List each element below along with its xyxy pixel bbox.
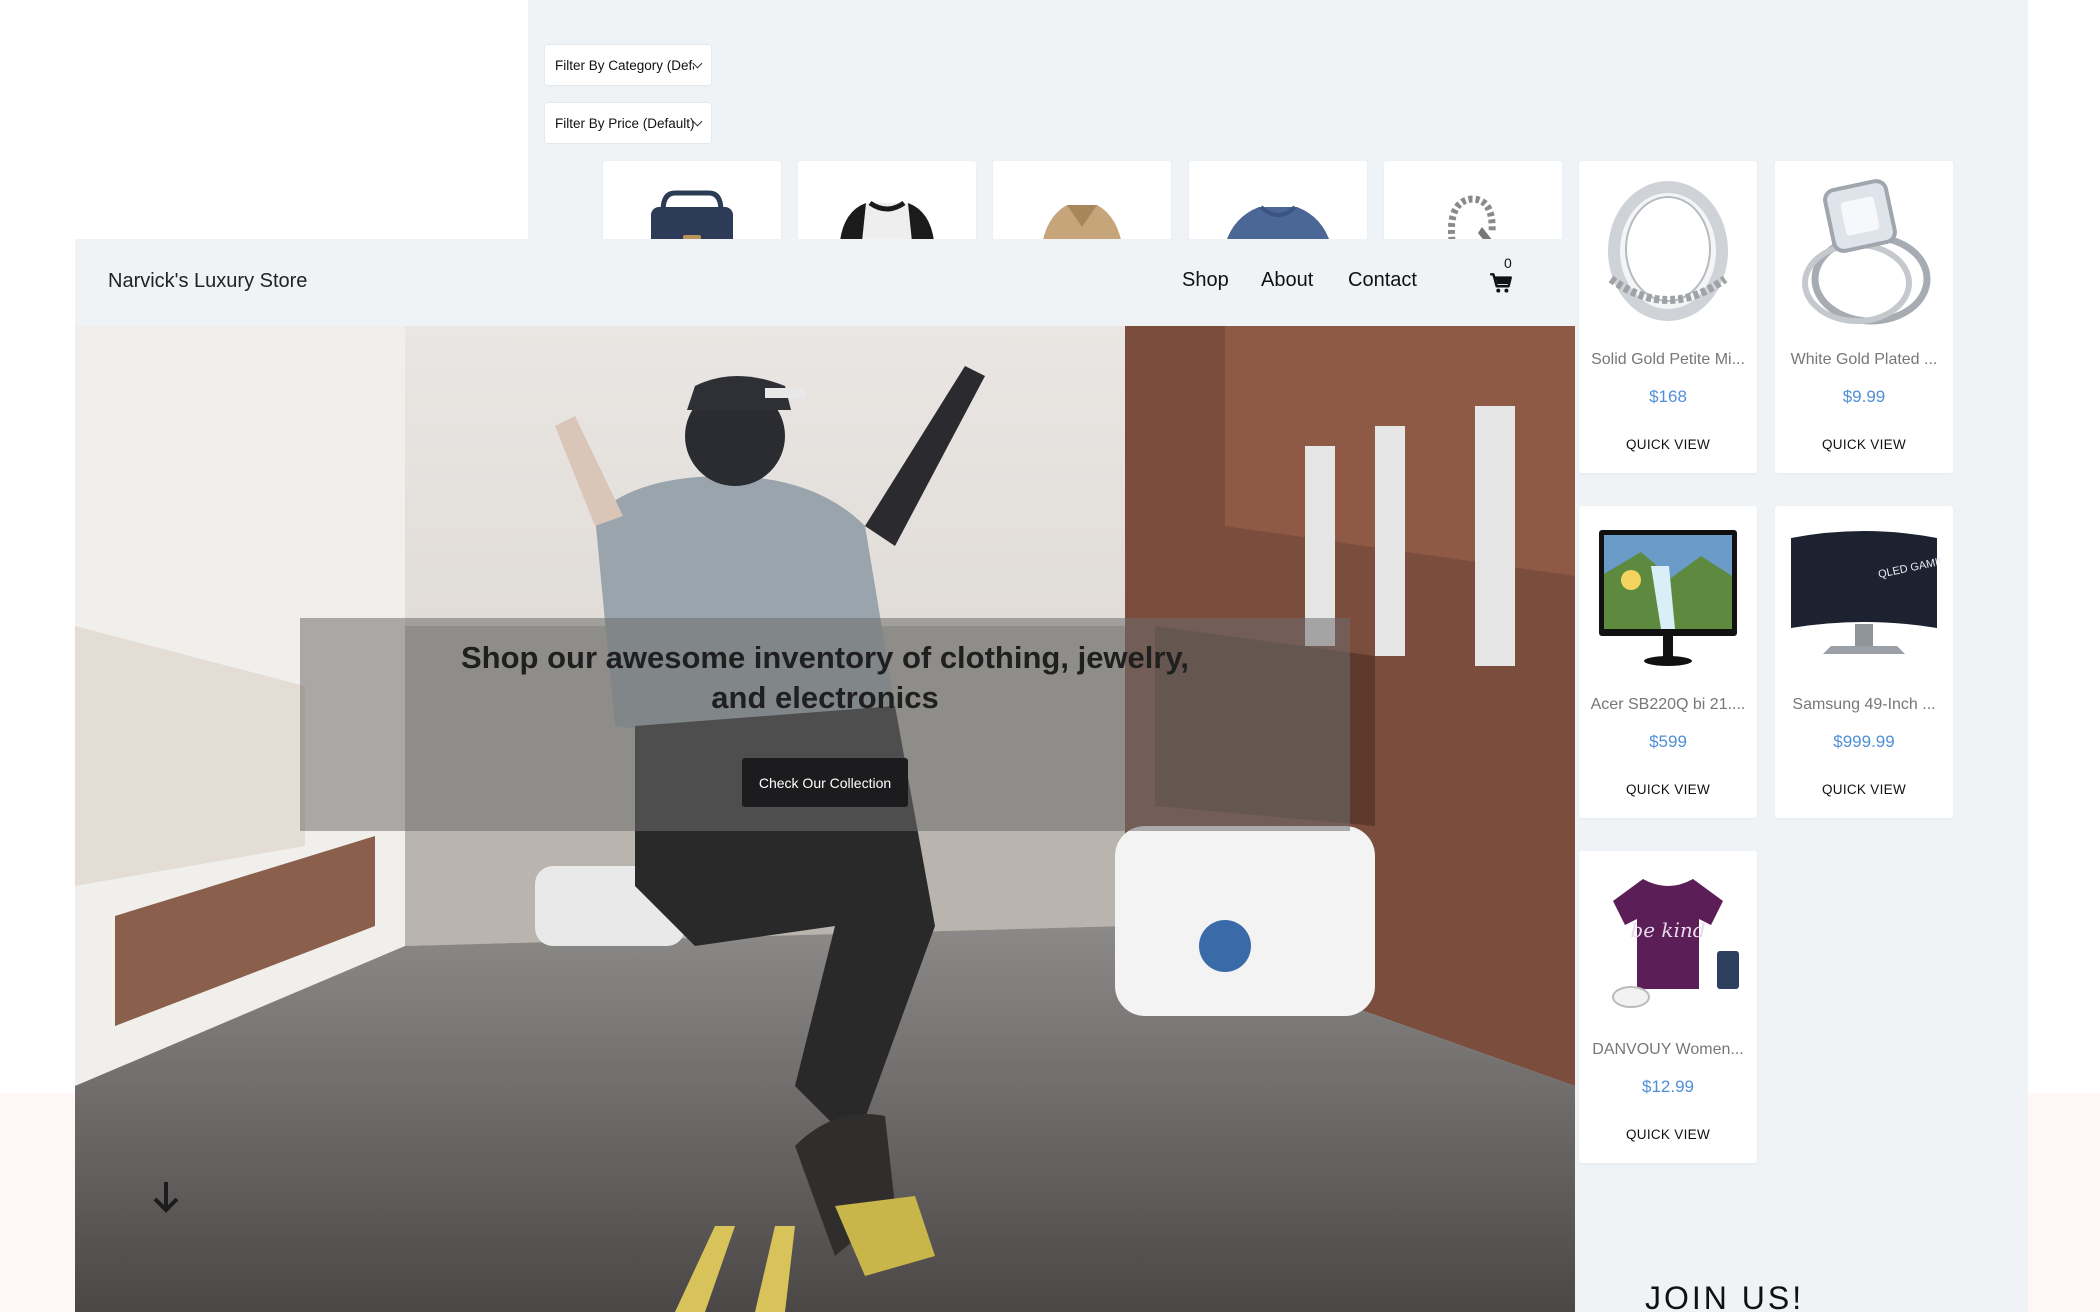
hero-caption-box: Shop our awesome inventory of clothing, … — [300, 618, 1350, 831]
price-filter-label: Filter By Price (Default) — [555, 115, 694, 131]
cart-count-badge: 0 — [1504, 255, 1512, 271]
product-name: Samsung 49-Inch ... — [1792, 696, 1936, 713]
shopping-cart-icon[interactable] — [1488, 270, 1514, 296]
nav-link-about[interactable]: About — [1261, 269, 1313, 292]
brand-logo-text[interactable]: Narvick's Luxury Store — [108, 270, 307, 293]
product-card[interactable]: Acer SB220Q bi 21.... $599 QUICK VIEW — [1579, 506, 1757, 818]
check-collection-button[interactable]: Check Our Collection — [742, 758, 908, 807]
hero-section: Narvick's Luxury Store Shop About Contac… — [75, 239, 1575, 1312]
navbar: Narvick's Luxury Store Shop About Contac… — [75, 239, 1575, 326]
product-name: Solid Gold Petite Mi... — [1591, 351, 1745, 368]
product-price: $599 — [1649, 732, 1687, 751]
ring-image — [1591, 171, 1745, 331]
hero-headline: Shop our awesome inventory of clothing, … — [460, 640, 1190, 715]
nav-link-contact[interactable]: Contact — [1348, 269, 1417, 292]
arrow-down-icon[interactable] — [151, 1180, 181, 1214]
quick-view-button[interactable]: QUICK VIEW — [1579, 437, 1757, 452]
join-us-heading: JOIN US! — [1645, 1280, 1805, 1312]
price-filter-select[interactable]: Filter By Price (Default) — [544, 102, 712, 144]
womens-tshirt-print: be kind — [1630, 918, 1705, 942]
category-filter-select[interactable]: Filter By Category (Default) — [544, 44, 712, 86]
product-name: DANVOUY Women... — [1592, 1041, 1744, 1058]
product-card[interactable]: Solid Gold Petite Mi... $168 QUICK VIEW — [1579, 161, 1757, 473]
chevron-down-icon — [692, 58, 703, 68]
chevron-down-icon — [692, 116, 703, 126]
diamond-ring-image — [1787, 171, 1941, 331]
product-price: $999.99 — [1833, 732, 1895, 751]
curved-monitor-image: QLED GAMING MONITOR — [1787, 516, 1941, 676]
womens-tshirt-image: be kind — [1591, 861, 1745, 1021]
product-card[interactable]: QLED GAMING MONITOR Samsung 49-Inch ... … — [1775, 506, 1953, 818]
product-card[interactable]: be kind DANVOUY Women... $12.99 QUICK VI… — [1579, 851, 1757, 1163]
nav-link-shop[interactable]: Shop — [1182, 269, 1229, 292]
quick-view-button[interactable]: QUICK VIEW — [1579, 1127, 1757, 1142]
monitor-image — [1591, 516, 1745, 676]
category-filter-label: Filter By Category (Default) — [555, 57, 694, 73]
product-name: White Gold Plated ... — [1790, 351, 1938, 368]
product-price: $168 — [1649, 387, 1687, 406]
quick-view-button[interactable]: QUICK VIEW — [1775, 437, 1953, 452]
quick-view-button[interactable]: QUICK VIEW — [1775, 782, 1953, 797]
product-price: $12.99 — [1642, 1077, 1694, 1096]
product-price: $9.99 — [1842, 387, 1886, 406]
product-name: Acer SB220Q bi 21.... — [1590, 696, 1746, 713]
quick-view-button[interactable]: QUICK VIEW — [1579, 782, 1757, 797]
product-card[interactable]: White Gold Plated ... $9.99 QUICK VIEW — [1775, 161, 1953, 473]
